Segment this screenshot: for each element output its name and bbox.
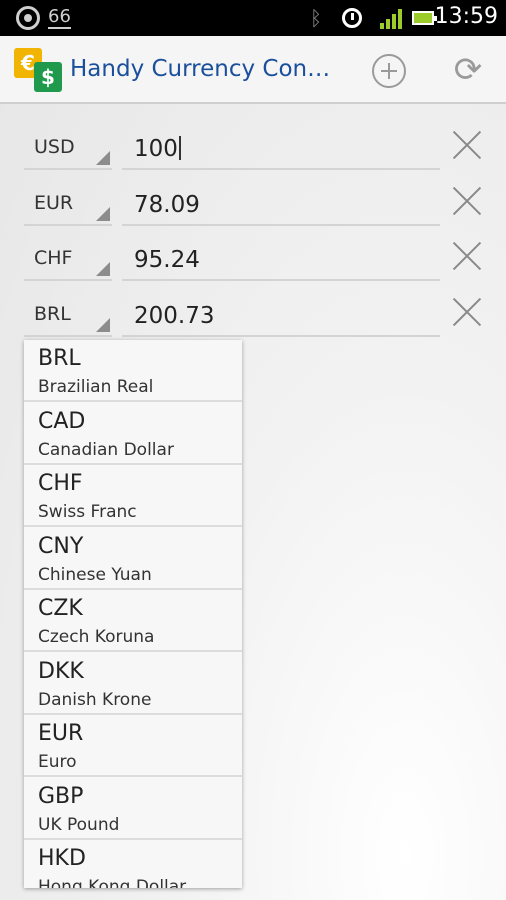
dropdown-item-name: Swiss Franc xyxy=(38,502,137,522)
converter-row: CHF 95.24 xyxy=(0,233,506,285)
dropdown-item-code: DKK xyxy=(38,659,84,684)
dropdown-item[interactable]: BRL Brazilian Real xyxy=(24,340,242,402)
dollar-coin-icon: $ xyxy=(34,62,62,92)
signal-icon xyxy=(380,9,404,29)
close-icon[interactable] xyxy=(452,297,482,327)
dropdown-item-code: CHF xyxy=(38,471,83,496)
currency-spinner[interactable]: CHF xyxy=(24,237,112,281)
currency-code: CHF xyxy=(34,247,73,269)
converter-row: BRL 200.73 xyxy=(0,289,506,341)
currency-code: EUR xyxy=(34,192,74,214)
app-notification-icon xyxy=(16,6,40,30)
text-cursor xyxy=(178,136,181,160)
dropdown-item[interactable]: GBP UK Pound xyxy=(24,778,242,840)
dropdown-item[interactable]: EUR Euro xyxy=(24,715,242,777)
dropdown-item[interactable]: CHF Swiss Franc xyxy=(24,465,242,527)
status-bar: 66 ᛒ 13:59 xyxy=(0,0,506,36)
converter-row: USD 100 xyxy=(0,122,506,174)
dropdown-item-code: CZK xyxy=(38,596,83,621)
dropdown-item-code: EUR xyxy=(38,721,84,746)
amount-input[interactable]: 95.24 xyxy=(122,237,440,281)
dropdown-item[interactable]: CNY Chinese Yuan xyxy=(24,528,242,590)
dropdown-item-name: Euro xyxy=(38,752,77,772)
currency-spinner[interactable]: EUR xyxy=(24,182,112,226)
dropdown-item[interactable]: CAD Canadian Dollar xyxy=(24,403,242,465)
dropdown-item-code: BRL xyxy=(38,346,81,371)
amount-input[interactable]: 78.09 xyxy=(122,182,440,226)
dropdown-item-name: Canadian Dollar xyxy=(38,440,174,460)
amount-value: 95.24 xyxy=(134,247,200,273)
app-title: Handy Currency Con… xyxy=(70,56,331,82)
dropdown-item-name: UK Pound xyxy=(38,815,120,835)
amount-value: 78.09 xyxy=(134,192,200,218)
dropdown-item-name: Czech Koruna xyxy=(38,627,155,647)
dropdown-item-code: CNY xyxy=(38,534,84,559)
currency-code: USD xyxy=(34,136,75,158)
alarm-icon xyxy=(342,8,362,28)
currency-spinner[interactable]: USD xyxy=(24,126,112,170)
close-icon[interactable] xyxy=(452,186,482,216)
app-logo: € $ xyxy=(14,48,64,92)
amount-input[interactable]: 100 xyxy=(122,126,440,170)
amount-input[interactable]: 200.73 xyxy=(122,293,440,337)
dropdown-item[interactable]: DKK Danish Krone xyxy=(24,653,242,715)
currency-dropdown-list: BRL Brazilian Real CAD Canadian Dollar C… xyxy=(24,340,242,888)
bluetooth-icon: ᛒ xyxy=(310,6,322,30)
dropdown-item-code: CAD xyxy=(38,409,86,434)
add-circle-icon[interactable] xyxy=(372,54,406,88)
dropdown-item[interactable]: CZK Czech Koruna xyxy=(24,590,242,652)
notification-count: 66 xyxy=(48,6,71,29)
close-icon[interactable] xyxy=(452,130,482,160)
amount-value: 200.73 xyxy=(134,303,215,329)
dropdown-item[interactable]: HKD Hong Kong Dollar xyxy=(24,840,242,888)
status-time: 13:59 xyxy=(434,4,498,29)
refresh-icon[interactable]: ⟳ xyxy=(450,52,486,88)
amount-value: 100 xyxy=(134,136,181,162)
currency-spinner[interactable]: BRL xyxy=(24,293,112,337)
battery-icon xyxy=(412,11,437,25)
dropdown-item-name: Chinese Yuan xyxy=(38,565,152,585)
dropdown-item-code: HKD xyxy=(38,846,86,871)
dropdown-item-name: Danish Krone xyxy=(38,690,152,710)
dropdown-item-code: GBP xyxy=(38,784,84,809)
dropdown-item-name: Brazilian Real xyxy=(38,377,154,397)
currency-code: BRL xyxy=(34,303,71,325)
dropdown-item-name: Hong Kong Dollar xyxy=(38,877,187,888)
converter-row: EUR 78.09 xyxy=(0,178,506,230)
action-bar: € $ Handy Currency Con… ⟳ xyxy=(0,36,506,104)
close-icon[interactable] xyxy=(452,241,482,271)
